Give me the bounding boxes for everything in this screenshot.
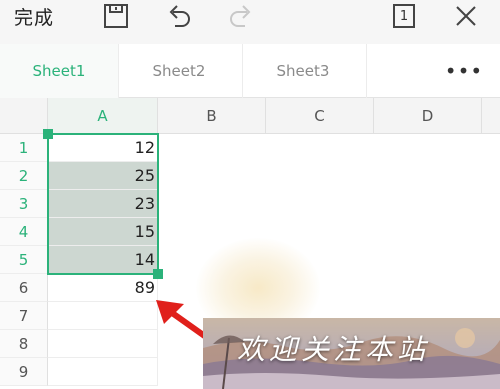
cell-a9[interactable] [48,358,158,386]
cell-a3[interactable]: 23 [48,190,158,218]
cell-a2[interactable]: 25 [48,162,158,190]
cell-a6[interactable]: 89 [48,274,158,302]
column-header-a[interactable]: A [48,98,158,134]
column-header-d[interactable]: D [374,98,482,134]
top-toolbar: 完成 1 [0,0,500,44]
sheet-tab-bar: Sheet1 Sheet2 Sheet3 ••• [0,44,500,98]
row-header[interactable]: 6 [0,274,48,302]
tab-divider [366,44,367,98]
cell-a4[interactable]: 15 [48,218,158,246]
watermark-banner: 欢迎关注本站 [203,318,500,389]
save-icon [104,4,128,28]
undo-icon [169,5,190,27]
cell-a7[interactable] [48,302,158,330]
row-header[interactable]: 8 [0,330,48,358]
pages-button[interactable]: 1 [390,2,418,30]
close-icon [456,6,476,26]
tab-sheet3[interactable]: Sheet3 [243,44,363,98]
column-header-c[interactable]: C [266,98,374,134]
close-button[interactable] [452,2,480,30]
tab-sheet2[interactable]: Sheet2 [119,44,239,98]
cell-a8[interactable] [48,330,158,358]
column-header-e[interactable] [482,98,500,134]
watermark-text: 欢迎关注本站 [237,333,430,366]
row-header[interactable]: 5 [0,246,48,274]
column-header-b[interactable]: B [158,98,266,134]
select-all-corner[interactable] [0,98,48,134]
row-header[interactable]: 7 [0,302,48,330]
row-header[interactable]: 1 [0,134,48,162]
row-header[interactable]: 3 [0,190,48,218]
tab-sheet1[interactable]: Sheet1 [0,44,118,98]
redo-icon [230,5,251,27]
undo-button[interactable] [164,2,194,30]
row-header[interactable]: 4 [0,218,48,246]
pages-count: 1 [399,8,409,24]
cell-a1[interactable]: 12 [48,134,158,162]
more-options-button[interactable]: ••• [436,44,492,98]
redo-button[interactable] [226,2,256,30]
selection-handle-top-left[interactable] [43,129,53,139]
selection-handle-bottom-right[interactable] [153,269,163,279]
row-header[interactable]: 2 [0,162,48,190]
save-button[interactable] [102,2,130,30]
row-header[interactable]: 9 [0,358,48,386]
done-button[interactable]: 完成 [14,4,54,29]
cell-a5[interactable]: 14 [48,246,158,274]
